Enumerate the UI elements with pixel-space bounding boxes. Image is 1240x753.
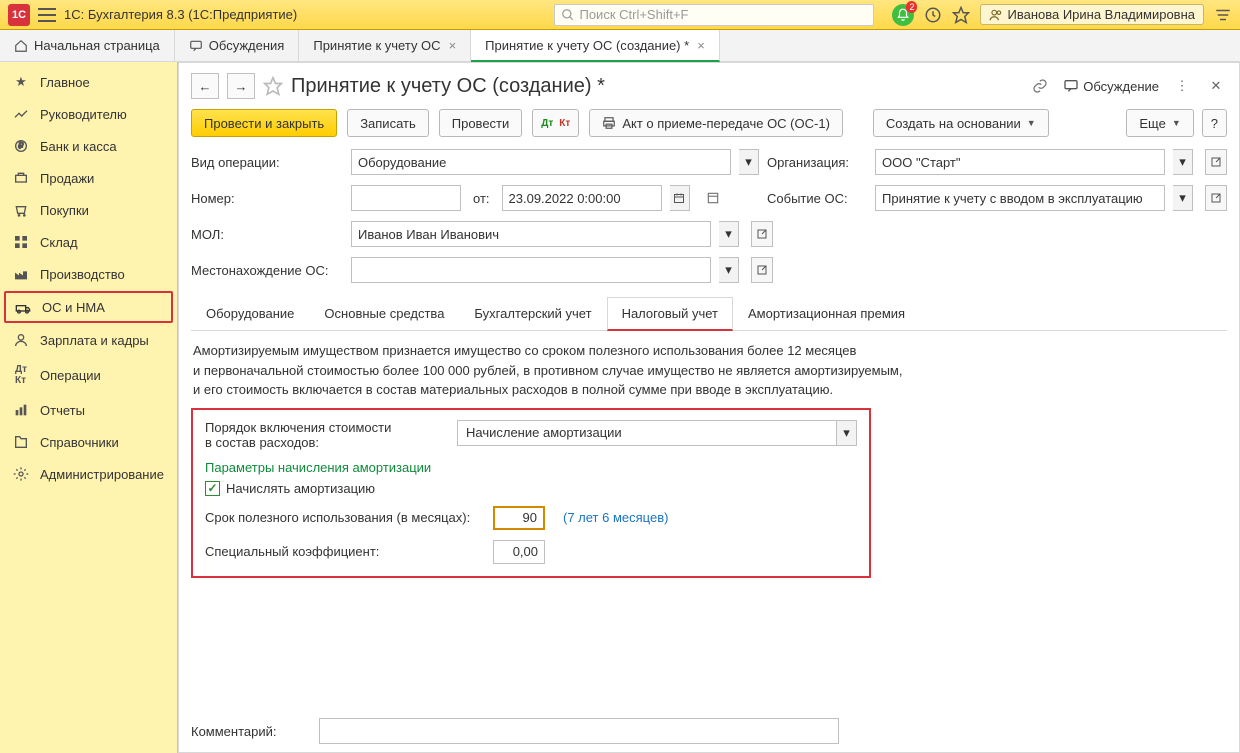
subtab-tax[interactable]: Налоговый учет xyxy=(607,297,733,331)
include-order-field[interactable]: Начисление амортизации xyxy=(457,420,837,446)
user-icon xyxy=(989,8,1003,22)
chat-icon xyxy=(189,39,203,53)
amortization-params-heading: Параметры начисления амортизации xyxy=(205,460,857,475)
mol-field[interactable]: Иванов Иван Иванович xyxy=(351,221,711,247)
op-type-field[interactable]: Оборудование xyxy=(351,149,731,175)
label-coef: Специальный коэффициент: xyxy=(205,544,485,559)
number-field[interactable] xyxy=(351,185,461,211)
section-sidebar: ★Главное Руководителю ₽Банк и касса Прод… xyxy=(0,62,178,753)
tab-doc-list[interactable]: Принятие к учету ОС × xyxy=(299,30,471,61)
sidebar-item-operations[interactable]: ДтКтОперации xyxy=(0,356,177,394)
help-text: Амортизируемым имуществом признается иму… xyxy=(193,341,1225,400)
favorite-star-icon[interactable] xyxy=(263,76,283,96)
label-comment: Комментарий: xyxy=(191,724,311,739)
event-field[interactable]: Принятие к учету с вводом в эксплуатацию xyxy=(875,185,1165,211)
subtab-bonus[interactable]: Амортизационная премия xyxy=(733,297,920,330)
date-field[interactable]: 23.09.2022 0:00:00 xyxy=(502,185,662,211)
app-title: 1С: Бухгалтерия 8.3 (1С:Предприятие) xyxy=(64,7,297,22)
sidebar-item-hr[interactable]: Зарплата и кадры xyxy=(0,324,177,356)
form-title: Принятие к учету ОС (создание) * xyxy=(291,75,605,98)
logo-1c: 1C xyxy=(8,4,30,26)
sidebar-item-assets[interactable]: ОС и НМА xyxy=(4,291,173,323)
op-type-dropdown[interactable]: ▾ xyxy=(739,149,759,175)
life-hint: (7 лет 6 месяцев) xyxy=(563,510,668,525)
label-event: Событие ОС: xyxy=(767,191,867,206)
location-open-button[interactable] xyxy=(751,257,773,283)
check-icon: ✓ xyxy=(205,481,220,496)
location-field[interactable] xyxy=(351,257,711,283)
tab-discussions[interactable]: Обсуждения xyxy=(175,30,300,61)
notifications-button[interactable]: 2 xyxy=(892,4,914,26)
label-location: Местонахождение ОС: xyxy=(191,263,343,278)
dtkt-button[interactable]: ДтКт xyxy=(532,109,579,137)
kebab-icon[interactable]: ⋮ xyxy=(1171,75,1193,97)
sidebar-item-warehouse[interactable]: Склад xyxy=(0,226,177,258)
nav-forward-button[interactable]: → xyxy=(227,73,255,99)
label-life: Срок полезного использования (в месяцах)… xyxy=(205,510,485,525)
sidebar-item-purchases[interactable]: Покупки xyxy=(0,194,177,226)
subtab-accounting[interactable]: Бухгалтерский учет xyxy=(459,297,606,330)
home-icon xyxy=(14,39,28,53)
mol-open-button[interactable] xyxy=(751,221,773,247)
sidebar-item-production[interactable]: Производство xyxy=(0,258,177,290)
settings-lines-icon[interactable] xyxy=(1214,6,1232,24)
label-org: Организация: xyxy=(767,155,867,170)
discuss-button[interactable]: Обсуждение xyxy=(1063,75,1159,97)
sidebar-item-catalogs[interactable]: Справочники xyxy=(0,426,177,458)
save-button[interactable]: Записать xyxy=(347,109,429,137)
global-search[interactable]: Поиск Ctrl+Shift+F xyxy=(554,4,874,26)
subtab-equipment[interactable]: Оборудование xyxy=(191,297,309,330)
subtab-assets[interactable]: Основные средства xyxy=(309,297,459,330)
sidebar-item-manager[interactable]: Руководителю xyxy=(0,98,177,130)
label-number: Номер: xyxy=(191,191,343,206)
menu-button[interactable] xyxy=(38,8,56,22)
org-open-button[interactable] xyxy=(1205,149,1227,175)
history-icon[interactable] xyxy=(924,6,942,24)
label-include-2: в состав расходов: xyxy=(205,435,319,450)
mol-dropdown[interactable]: ▾ xyxy=(719,221,739,247)
sidebar-item-bank[interactable]: ₽Банк и касса xyxy=(0,130,177,162)
org-dropdown[interactable]: ▾ xyxy=(1173,149,1193,175)
nav-back-button[interactable]: ← xyxy=(191,73,219,99)
life-months-field[interactable]: 90 xyxy=(493,506,545,530)
comment-field[interactable] xyxy=(319,718,839,744)
user-chip[interactable]: Иванова Ирина Владимировна xyxy=(980,4,1204,25)
label-from: от: xyxy=(473,191,490,206)
label-include-1: Порядок включения стоимости xyxy=(205,420,391,435)
sidebar-item-sales[interactable]: Продажи xyxy=(0,162,177,194)
sidebar-item-reports[interactable]: Отчеты xyxy=(0,394,177,426)
label-op-type: Вид операции: xyxy=(191,155,343,170)
notifications-badge: 2 xyxy=(906,1,917,13)
sidebar-item-admin[interactable]: Администрирование xyxy=(0,458,177,490)
close-icon[interactable]: × xyxy=(697,38,705,53)
tab-home[interactable]: Начальная страница xyxy=(0,30,175,61)
event-dropdown[interactable]: ▾ xyxy=(1173,185,1193,211)
link-icon[interactable] xyxy=(1029,75,1051,97)
star-icon[interactable] xyxy=(952,6,970,24)
post-button[interactable]: Провести xyxy=(439,109,523,137)
help-button[interactable]: ? xyxy=(1202,109,1227,137)
close-icon[interactable]: × xyxy=(449,38,457,53)
tax-panel: Порядок включения стоимости в состав рас… xyxy=(191,408,871,578)
close-form-button[interactable]: ✕ xyxy=(1205,75,1227,97)
tab-doc-create[interactable]: Принятие к учету ОС (создание) * × xyxy=(471,30,720,62)
more-button[interactable]: Еще▼ xyxy=(1126,109,1193,137)
amortize-checkbox[interactable]: ✓ Начислять амортизацию xyxy=(205,481,857,496)
include-order-dropdown[interactable]: ▾ xyxy=(837,420,857,446)
event-open-button[interactable] xyxy=(1205,185,1227,211)
post-and-close-button[interactable]: Провести и закрыть xyxy=(191,109,337,137)
create-based-button[interactable]: Создать на основании▼ xyxy=(873,109,1049,137)
date-extra-icon[interactable] xyxy=(702,185,724,211)
print-act-button[interactable]: Акт о приеме-передаче ОС (ОС-1) xyxy=(589,109,843,137)
location-dropdown[interactable]: ▾ xyxy=(719,257,739,283)
label-mol: МОЛ: xyxy=(191,227,343,242)
date-picker-button[interactable] xyxy=(670,185,690,211)
coef-field[interactable]: 0,00 xyxy=(493,540,545,564)
search-icon xyxy=(561,8,575,22)
svg-text:₽: ₽ xyxy=(18,141,24,151)
sidebar-item-main[interactable]: ★Главное xyxy=(0,66,177,98)
org-field[interactable]: ООО "Старт" xyxy=(875,149,1165,175)
printer-icon xyxy=(602,116,616,130)
